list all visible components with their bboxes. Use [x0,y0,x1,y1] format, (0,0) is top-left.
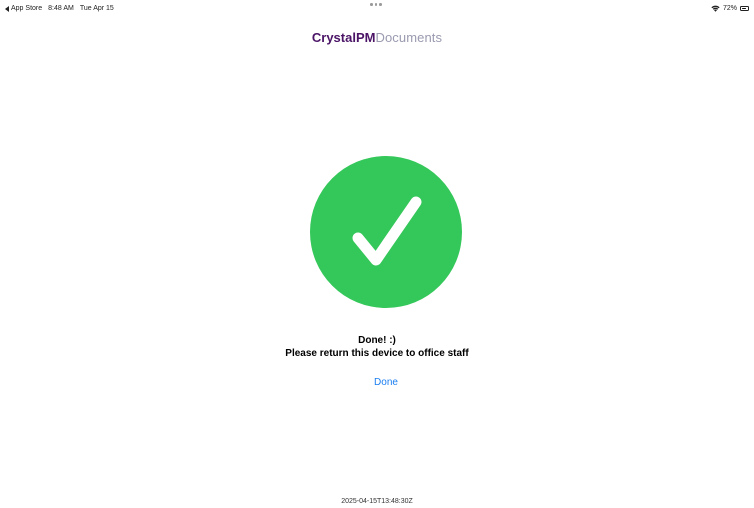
wifi-icon [711,5,720,12]
status-date: Tue Apr 15 [79,5,114,12]
timestamp: 2025-04-15T13:48:30Z [341,498,413,505]
multitasking-dots-icon[interactable] [370,3,382,6]
status-bar: App Store 8:48 AM Tue Apr 15 72% [0,0,754,20]
checkmark-icon [352,196,422,266]
back-app-label: App Store [11,5,43,12]
app-title: CrystalPMDocuments [0,30,754,46]
done-button[interactable]: Done [354,376,418,390]
battery-icon [740,6,749,11]
status-time: 8:48 AM [48,5,74,12]
screen: App Store 8:48 AM Tue Apr 15 72% Crystal… [0,0,754,508]
status-right: 72% [711,5,749,12]
success-badge [310,156,462,308]
status-left: App Store 8:48 AM Tue Apr 15 [5,5,114,12]
battery-percent: 72% [722,5,737,12]
brand-name: CrystalPM [311,30,376,45]
done-message-subtitle: Please return this device to office staf… [285,348,469,359]
brand-subtitle: Documents [375,30,443,45]
back-to-app-button[interactable]: App Store [5,5,42,12]
battery-level [741,7,746,10]
done-message-title: Done! :) [358,335,396,346]
back-caret-icon [5,5,9,12]
